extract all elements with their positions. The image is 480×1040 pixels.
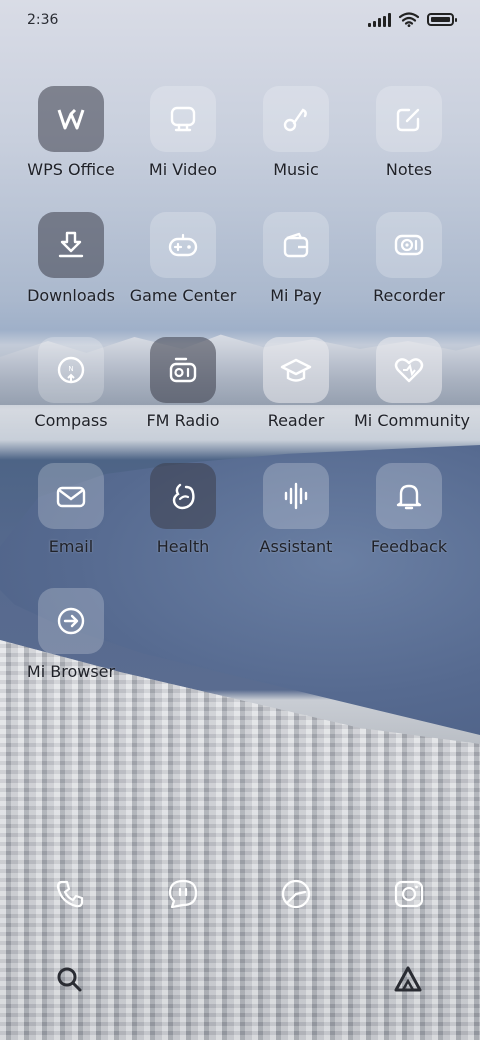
browser-arrow-icon xyxy=(38,588,104,654)
phone-icon[interactable] xyxy=(50,874,90,914)
app-game-center[interactable]: Game Center xyxy=(128,212,238,305)
app-mi-pay[interactable]: Mi Pay xyxy=(241,212,351,305)
app-label: Reader xyxy=(267,411,325,430)
graduation-cap-icon xyxy=(263,337,329,403)
soundwave-icon xyxy=(263,463,329,529)
search-icon[interactable] xyxy=(52,962,88,998)
app-label: Feedback xyxy=(370,537,448,556)
app-recorder[interactable]: Recorder xyxy=(354,212,464,305)
app-label: Music xyxy=(273,160,319,179)
app-label: Assistant xyxy=(259,537,333,556)
messages-icon[interactable] xyxy=(163,874,203,914)
clock-icon[interactable] xyxy=(276,874,316,914)
app-label: Game Center xyxy=(129,286,237,305)
app-mi-browser[interactable]: Mi Browser xyxy=(16,588,126,681)
music-note-icon xyxy=(263,86,329,152)
app-label: Mi Browser xyxy=(26,662,116,681)
assistant-triangle-icon[interactable] xyxy=(390,962,426,998)
app-label: Mi Pay xyxy=(270,286,322,305)
app-fm-radio[interactable]: FM Radio xyxy=(128,337,238,430)
app-downloads[interactable]: Downloads xyxy=(16,212,126,305)
app-label: Notes xyxy=(385,160,433,179)
bell-icon xyxy=(376,463,442,529)
app-mi-video[interactable]: Mi Video xyxy=(128,86,238,179)
app-assistant[interactable]: Assistant xyxy=(241,463,351,556)
app-label: FM Radio xyxy=(146,411,220,430)
note-pencil-icon xyxy=(376,86,442,152)
health-icon xyxy=(150,463,216,529)
app-music[interactable]: Music xyxy=(241,86,351,179)
radio-icon xyxy=(150,337,216,403)
compass-icon: N xyxy=(38,337,104,403)
status-icons xyxy=(368,12,457,27)
svg-text:N: N xyxy=(68,365,73,373)
app-mi-community[interactable]: Mi Community xyxy=(354,337,470,430)
gamepad-icon xyxy=(150,212,216,278)
app-label: Health xyxy=(156,537,210,556)
app-email[interactable]: Email xyxy=(16,463,126,556)
heart-icon xyxy=(376,337,442,403)
camera-icon[interactable] xyxy=(389,874,429,914)
app-label: WPS Office xyxy=(27,160,115,179)
cellular-signal-icon xyxy=(368,12,391,27)
wps-office-icon xyxy=(38,86,104,152)
wallet-icon xyxy=(263,212,329,278)
envelope-icon xyxy=(38,463,104,529)
wifi-icon xyxy=(399,12,419,27)
app-label: Compass xyxy=(34,411,108,430)
tv-icon xyxy=(150,86,216,152)
app-label: Mi Community xyxy=(354,411,470,430)
app-compass[interactable]: N Compass xyxy=(16,337,126,430)
app-feedback[interactable]: Feedback xyxy=(354,463,464,556)
app-notes[interactable]: Notes xyxy=(354,86,464,179)
app-reader[interactable]: Reader xyxy=(241,337,351,430)
status-time: 2:36 xyxy=(27,12,59,28)
app-label: Mi Video xyxy=(148,160,218,179)
app-wps-office[interactable]: WPS Office xyxy=(16,86,126,179)
app-label: Email xyxy=(48,537,94,556)
download-icon xyxy=(38,212,104,278)
app-label: Recorder xyxy=(373,286,445,305)
status-bar: 2:36 xyxy=(0,0,480,40)
battery-icon xyxy=(427,13,457,26)
recorder-icon xyxy=(376,212,442,278)
app-health[interactable]: Health xyxy=(128,463,238,556)
app-label: Downloads xyxy=(27,286,115,305)
